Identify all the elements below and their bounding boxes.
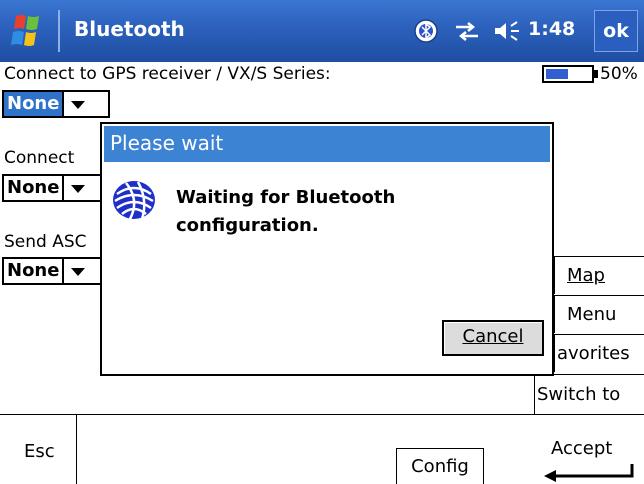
bottom-divider — [0, 414, 644, 415]
bluetooth-tray-icon[interactable] — [412, 18, 440, 44]
esc-divider — [76, 414, 77, 484]
please-wait-dialog: Please wait Waiting for Bluetooth config… — [100, 122, 554, 376]
switch-to-button[interactable]: Switch to — [534, 374, 644, 414]
ok-button[interactable]: ok — [594, 10, 638, 52]
title-bar: Bluetooth 1:48 ok — [0, 0, 644, 62]
enter-arrow-icon — [544, 464, 634, 482]
send-ascii-select[interactable]: None — [2, 257, 110, 285]
send-ascii-value: None — [4, 259, 65, 283]
map-label: Map — [567, 265, 605, 286]
chevron-down-icon[interactable] — [64, 176, 92, 200]
title-separator — [58, 10, 60, 52]
connect-value: None — [4, 176, 65, 200]
chevron-down-icon[interactable] — [64, 259, 92, 283]
connectivity-icon[interactable] — [452, 18, 482, 44]
gps-receiver-value: None — [4, 92, 65, 116]
favorites-label: avorites — [557, 343, 630, 364]
menu-button[interactable]: Menu — [554, 295, 644, 333]
volume-icon[interactable] — [492, 18, 524, 44]
menu-label: Menu — [567, 304, 617, 325]
trimble-globe-icon — [113, 181, 155, 220]
dialog-message-line2: configuration. — [176, 215, 319, 236]
connect-label: Connect — [4, 148, 75, 168]
cancel-button[interactable]: Cancel — [442, 320, 544, 356]
chevron-down-icon[interactable] — [64, 92, 92, 116]
gps-receiver-label: Connect to GPS receiver / VX/S Series: — [4, 64, 331, 84]
cancel-label: Cancel — [462, 326, 524, 347]
battery-fill — [546, 69, 568, 79]
battery-percent: 50% — [600, 64, 638, 84]
map-button[interactable]: Map — [554, 256, 644, 294]
accept-button[interactable]: Accept — [551, 438, 612, 459]
gps-receiver-select[interactable]: None — [2, 90, 110, 118]
config-button[interactable]: Config — [396, 448, 484, 484]
dialog-message: Waiting for Bluetooth configuration. — [176, 184, 395, 240]
connect-select[interactable]: None — [2, 174, 110, 202]
esc-button[interactable]: Esc — [24, 441, 55, 462]
clock[interactable]: 1:48 — [528, 18, 575, 40]
windows-start-icon[interactable] — [6, 12, 50, 50]
dialog-message-line1: Waiting for Bluetooth — [176, 187, 396, 208]
battery-icon — [542, 65, 598, 83]
window-title: Bluetooth — [74, 17, 185, 41]
send-ascii-label: Send ASC — [4, 232, 87, 252]
switch-to-label: Switch to — [537, 384, 621, 405]
favorites-button[interactable]: avorites — [554, 334, 644, 372]
dialog-title: Please wait — [104, 126, 550, 162]
